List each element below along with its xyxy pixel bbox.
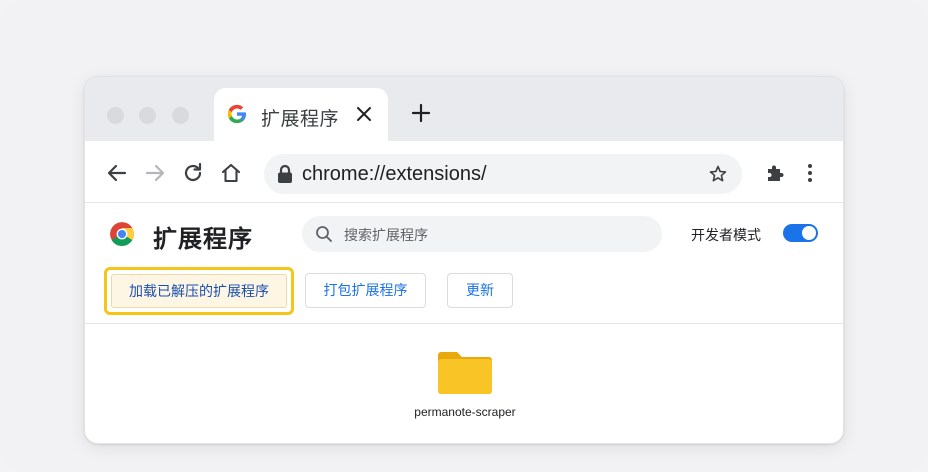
folder-name[interactable]: permanote-scraper (85, 405, 843, 419)
more-menu-icon[interactable] (798, 161, 822, 185)
new-tab-icon[interactable] (410, 102, 432, 124)
address-bar[interactable]: chrome://extensions/ (264, 154, 742, 194)
folder-icon[interactable] (436, 349, 494, 397)
pack-extension-button[interactable]: 打包扩展程序 (305, 273, 426, 308)
window-close-light[interactable] (107, 107, 124, 124)
extensions-puzzle-icon[interactable] (763, 161, 787, 185)
url-text[interactable]: chrome://extensions/ (302, 163, 487, 186)
load-unpacked-label: 加载已解压的扩展程序 (111, 274, 287, 308)
chrome-logo-icon (110, 222, 134, 246)
lock-icon[interactable] (276, 164, 294, 184)
extensions-page: 扩展程序 搜索扩展程序 开发者模式 加载已解压的扩展程序 打包扩展程序 更新 p… (85, 203, 843, 443)
divider (85, 323, 843, 324)
search-icon (316, 226, 332, 242)
bookmark-star-icon[interactable] (708, 164, 728, 184)
browser-window: 扩展程序 chrome://extensions/ 扩展程序 搜索扩展程序 开发… (84, 76, 844, 444)
back-arrow-icon[interactable] (105, 161, 129, 185)
forward-arrow-icon[interactable] (143, 161, 167, 185)
tab-extensions[interactable]: 扩展程序 (214, 88, 388, 141)
search-input[interactable]: 搜索扩展程序 (302, 216, 662, 252)
load-unpacked-button[interactable]: 加载已解压的扩展程序 (104, 267, 294, 315)
developer-mode-label: 开发者模式 (691, 227, 761, 243)
toggle-knob (802, 226, 816, 240)
window-minimize-light[interactable] (139, 107, 156, 124)
page-title: 扩展程序 (153, 226, 253, 253)
developer-mode-toggle[interactable] (783, 224, 818, 242)
reload-icon[interactable] (181, 161, 205, 185)
window-zoom-light[interactable] (172, 107, 189, 124)
home-icon[interactable] (219, 161, 243, 185)
search-placeholder: 搜索扩展程序 (344, 227, 428, 243)
update-button[interactable]: 更新 (447, 273, 513, 308)
tab-title: 扩展程序 (261, 109, 340, 130)
close-tab-icon[interactable] (354, 104, 374, 124)
tab-strip: 扩展程序 (85, 77, 843, 141)
google-icon (227, 104, 246, 124)
browser-toolbar: chrome://extensions/ (85, 141, 843, 203)
